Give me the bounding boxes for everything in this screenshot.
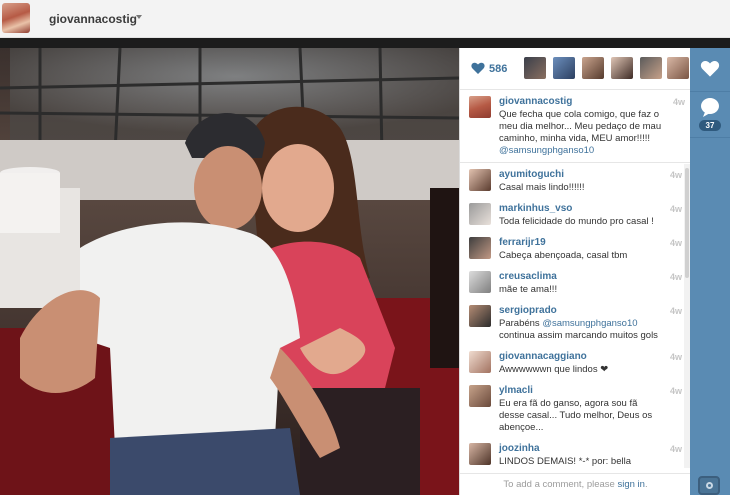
comment-text: Casal mais lindo!!!!!! bbox=[499, 182, 585, 193]
comment-text-prefix: Parabéns bbox=[499, 318, 543, 329]
comment-text: Eu era fã do ganso, agora sou fã desse c… bbox=[499, 398, 653, 433]
comment-text: mãe te ama!!! bbox=[499, 284, 558, 295]
caption-username[interactable]: giovannacostig bbox=[499, 96, 572, 107]
instagram-logo-icon[interactable] bbox=[698, 476, 720, 495]
comment-text: Cabeça abençoada, casal tbm bbox=[499, 250, 628, 261]
comment-time: 4w bbox=[670, 204, 683, 214]
caption-avatar[interactable] bbox=[469, 96, 491, 118]
header-username[interactable]: giovannacostig bbox=[49, 12, 137, 26]
comment-time: 4w bbox=[670, 306, 683, 316]
action-sidebar: 37 bbox=[690, 48, 730, 495]
comment-text: Parabéns @samsungphganso10 continua assi… bbox=[499, 318, 669, 342]
comment-icon bbox=[701, 98, 719, 117]
comment-time: 4w bbox=[670, 238, 683, 248]
post-caption: giovannacostig 4w Que fecha que cola com… bbox=[460, 91, 691, 163]
add-comment-text: To add a comment, please bbox=[503, 479, 615, 490]
liker-avatar[interactable] bbox=[611, 57, 633, 79]
comment-text-suffix: continua assim marcando muitos gols bbox=[499, 330, 658, 341]
post-details-panel: 586 giovannacostig 4w Que fecha que cola… bbox=[459, 48, 691, 495]
sign-in-link[interactable]: sign in bbox=[617, 479, 644, 490]
liker-avatar[interactable] bbox=[640, 57, 662, 79]
caption-text: Que fecha que cola comigo, que faz o meu… bbox=[499, 109, 679, 157]
comment-avatar[interactable] bbox=[469, 385, 491, 407]
caption-time: 4w bbox=[673, 97, 686, 107]
comment-time: 4w bbox=[670, 272, 683, 282]
heart-icon[interactable] bbox=[471, 62, 485, 75]
comment-username[interactable]: ferrarijr19 bbox=[499, 237, 546, 248]
comment-time: 4w bbox=[670, 444, 683, 454]
comment-username[interactable]: ayumitoguchi bbox=[499, 169, 564, 180]
comment-username[interactable]: ylmacli bbox=[499, 385, 533, 396]
chevron-down-icon[interactable] bbox=[136, 15, 142, 19]
heart-icon bbox=[700, 61, 720, 77]
comment-avatar[interactable] bbox=[469, 305, 491, 327]
comment-avatar[interactable] bbox=[469, 443, 491, 465]
comment-text: Toda felicidade do mundo pro casal ! bbox=[499, 216, 654, 227]
header-avatar[interactable] bbox=[2, 3, 30, 33]
comment-mention[interactable]: @samsungphganso10 bbox=[542, 318, 637, 329]
likes-row: 586 bbox=[460, 48, 691, 90]
comment-text: LINDOS DEMAIS! *-* por: bella bbox=[499, 456, 631, 467]
scrollbar-thumb[interactable] bbox=[685, 168, 689, 278]
comment-username[interactable]: markinhus_vso bbox=[499, 203, 572, 214]
comment-username[interactable]: joozinha bbox=[499, 443, 540, 454]
add-comment-prompt: To add a comment, please sign in. bbox=[460, 473, 691, 495]
comment-avatar[interactable] bbox=[469, 237, 491, 259]
comment-avatar[interactable] bbox=[469, 351, 491, 373]
comment-button[interactable] bbox=[690, 92, 730, 138]
comment-text: Awwwwwwn que lindos ❤ bbox=[499, 364, 609, 375]
comment-time: 4w bbox=[670, 386, 683, 396]
post-photo[interactable] bbox=[0, 48, 459, 495]
add-comment-suffix: . bbox=[644, 479, 648, 490]
liker-avatar[interactable] bbox=[582, 57, 604, 79]
comment-username[interactable]: creusaclima bbox=[499, 271, 557, 282]
top-bar: giovannacostig bbox=[0, 0, 730, 38]
comment-avatar[interactable] bbox=[469, 271, 491, 293]
caption-body: Que fecha que cola comigo, que faz o meu… bbox=[499, 109, 662, 144]
likes-count[interactable]: 586 bbox=[489, 63, 507, 75]
comment-username[interactable]: sergioprado bbox=[499, 305, 557, 316]
liker-avatar[interactable] bbox=[667, 57, 689, 79]
caption-mention[interactable]: @samsungphganso10 bbox=[499, 145, 594, 156]
comment-avatar[interactable] bbox=[469, 203, 491, 225]
comment-time: 4w bbox=[670, 352, 683, 362]
comment-time: 4w bbox=[670, 170, 683, 180]
comments-list: ayumitoguchi 4w Casal mais lindo!!!!!! m… bbox=[460, 164, 691, 468]
comment-count-badge: 37 bbox=[699, 120, 721, 131]
comment-avatar[interactable] bbox=[469, 169, 491, 191]
liker-avatar[interactable] bbox=[553, 57, 575, 79]
like-button[interactable] bbox=[690, 48, 730, 92]
liker-avatar[interactable] bbox=[524, 57, 546, 79]
comment-username[interactable]: giovannacaggiano bbox=[499, 351, 587, 362]
